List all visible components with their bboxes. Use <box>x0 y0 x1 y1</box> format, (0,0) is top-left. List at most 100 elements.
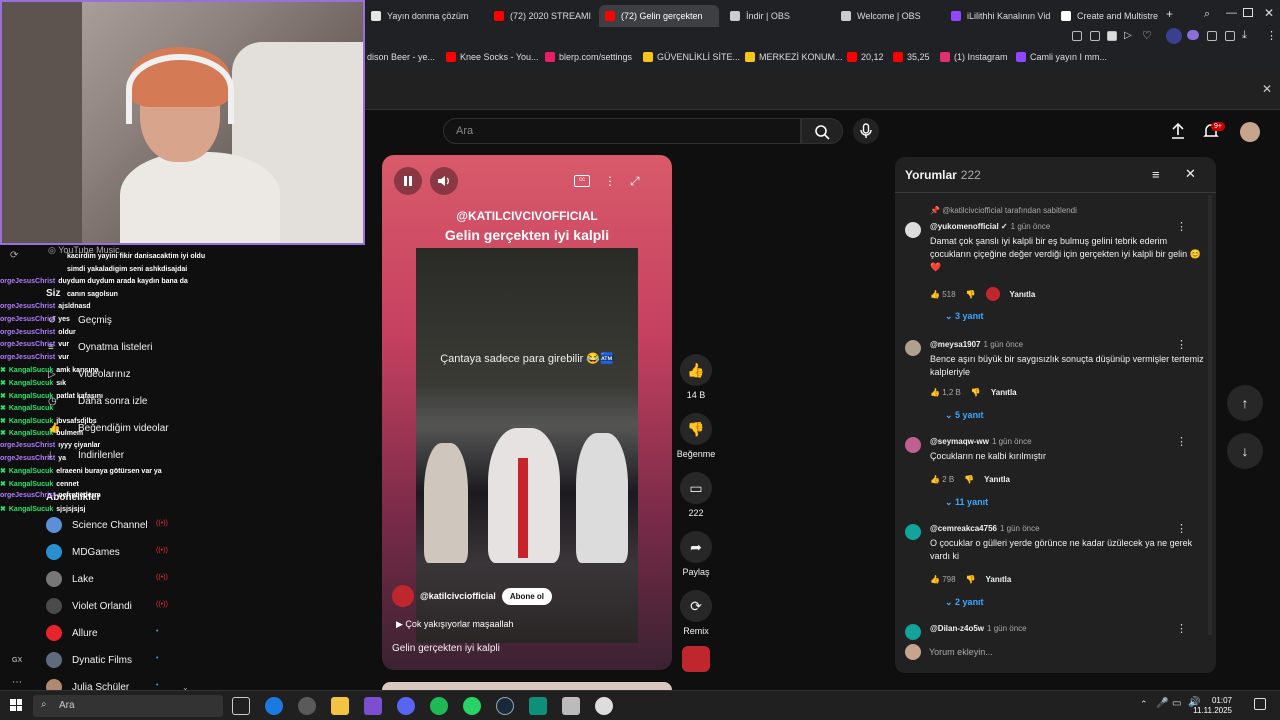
dislike-button[interactable]: 👎 Beğenme <box>676 413 716 459</box>
like-comment-button[interactable]: 👍 2 B <box>930 475 954 484</box>
pause-button[interactable] <box>394 167 422 195</box>
scrollbar[interactable] <box>1208 195 1212 635</box>
app-icon[interactable] <box>562 697 580 715</box>
remix-button[interactable]: ⟳ Remix <box>676 590 716 636</box>
channel-avatar[interactable] <box>392 585 414 607</box>
mic-tray-icon[interactable]: 🎤 <box>1156 698 1168 709</box>
comment-menu-icon[interactable]: ⋮ <box>1176 220 1187 233</box>
avatar[interactable] <box>905 222 921 238</box>
subscribe-button[interactable]: Abone ol <box>501 587 553 605</box>
dislike-comment-button[interactable]: 👎 <box>966 575 976 584</box>
like-comment-button[interactable]: 👍 798 <box>930 575 956 584</box>
fullscreen-icon[interactable]: ⤢ <box>630 174 640 189</box>
bookmark-7[interactable]: (1) Instagram <box>940 52 1008 62</box>
reply-button[interactable]: Yanıtla <box>991 388 1017 397</box>
bookmark-8[interactable]: Camli yayın I mm... <box>1016 52 1107 62</box>
steam-icon[interactable] <box>496 697 514 715</box>
next-short-preview[interactable] <box>382 682 672 690</box>
comment-menu-icon[interactable]: ⋮ <box>1176 522 1187 535</box>
avatar[interactable] <box>1240 122 1260 142</box>
dislike-comment-button[interactable]: 👎 <box>971 388 981 397</box>
sort-icon[interactable]: ≡ <box>1152 167 1160 182</box>
file-explorer-icon[interactable] <box>331 697 349 715</box>
download-icon[interactable]: ⤓ <box>1242 29 1247 42</box>
subscription-item[interactable]: Violet Orlandi <box>46 598 132 614</box>
reply-button[interactable]: Yanıtla <box>984 475 1010 484</box>
volume-button[interactable] <box>430 167 458 195</box>
network-icon[interactable]: ▭ <box>1172 698 1181 709</box>
previous-short-button[interactable]: ↑ <box>1227 385 1263 421</box>
bookmark-1[interactable]: Knee Socks - You... <box>446 52 539 62</box>
comment-author[interactable]: @yukomenofficial ✓ <box>930 222 1008 231</box>
bookmark-6[interactable]: 35,25 <box>893 52 930 62</box>
dislike-comment-button[interactable]: 👎 <box>966 290 976 299</box>
close-infobar-icon[interactable]: ✕ <box>1262 82 1272 96</box>
tab-2[interactable]: (72) Gelin gerçekten <box>599 5 719 27</box>
notification-center-icon[interactable] <box>1254 698 1266 710</box>
bookmark-4[interactable]: MERKEZİ KONUM... <box>745 52 843 62</box>
comment-menu-icon[interactable]: ⋮ <box>1176 338 1187 351</box>
puzzle-icon[interactable] <box>1225 31 1235 41</box>
tray-chevron-icon[interactable]: ⌃ <box>1140 699 1148 710</box>
tab-3[interactable]: İndir | OBS <box>724 5 832 27</box>
spotify-icon[interactable] <box>430 697 448 715</box>
bookmark-3[interactable]: GÜVENLİKLİ SİTE... <box>643 52 740 62</box>
bookmark-2[interactable]: blerp.com/settings <box>545 52 632 62</box>
subscription-item[interactable]: Lake <box>46 571 94 587</box>
menu-icon[interactable]: ⋮ <box>1266 29 1277 42</box>
extension-icon[interactable] <box>1207 31 1217 41</box>
add-comment-input[interactable]: Yorum ekleyin... <box>929 647 993 657</box>
bookmark-0[interactable]: dison Beer - ye... <box>367 52 435 62</box>
tab-4[interactable]: Welcome | OBS <box>835 5 943 27</box>
tab-6[interactable]: Create and Multistre <box>1055 5 1163 27</box>
new-tab-icon[interactable]: + <box>1166 7 1173 21</box>
subscription-item[interactable]: Dynatic Films <box>46 652 132 668</box>
share-button[interactable]: ➦ Paylaş <box>676 531 716 577</box>
tab-1[interactable]: (72) 2020 STREAMI <box>488 5 596 27</box>
gx-icon[interactable]: GX <box>12 657 22 664</box>
view-replies-button[interactable]: ⌄ 11 yanıt <box>945 497 988 508</box>
app-icon[interactable] <box>298 697 316 715</box>
mic-button[interactable] <box>853 118 879 144</box>
extension-icon[interactable] <box>1072 31 1082 41</box>
view-replies-button[interactable]: ⌄ 3 yanıt <box>945 311 984 322</box>
subscription-item[interactable]: MDGames <box>46 544 120 560</box>
windows-start-icon[interactable] <box>10 699 22 711</box>
app-icon[interactable] <box>529 697 547 715</box>
app-icon[interactable] <box>364 697 382 715</box>
short-player[interactable]: cc ⋮ ⤢ @KATILCIVCIVOFFICIAL Gelin gerçek… <box>382 155 672 670</box>
captions-icon[interactable]: cc <box>574 175 590 187</box>
tab-5[interactable]: iLilithhi Kanalının Vid <box>945 5 1053 27</box>
avatar[interactable] <box>905 524 921 540</box>
subscription-item[interactable]: Allure <box>46 625 98 641</box>
maximize-icon[interactable] <box>1243 8 1253 17</box>
comment-menu-icon[interactable]: ⋮ <box>1176 622 1187 635</box>
reply-button[interactable]: Yanıtla <box>1010 290 1036 299</box>
comment-author[interactable]: @Dilan-z4o5w <box>930 624 984 633</box>
next-short-button[interactable]: ↓ <box>1227 433 1263 469</box>
channel-name[interactable]: @katilcivciofficial <box>420 591 496 601</box>
profile-extension-icon[interactable] <box>1166 28 1182 44</box>
taskbar-search[interactable]: Ara <box>33 695 223 717</box>
play-icon[interactable]: ▷ <box>1124 30 1132 41</box>
comment-menu-icon[interactable]: ⋮ <box>1176 435 1187 448</box>
search-input[interactable]: Ara <box>443 118 801 144</box>
comment-author[interactable]: @cemreakca4756 <box>930 524 997 533</box>
clock[interactable]: 01:07 11.11.2025 <box>1193 696 1232 716</box>
song-link[interactable]: ▶ Çok yakışıyorlar maşaallah <box>396 619 513 630</box>
whatsapp-icon[interactable] <box>463 697 481 715</box>
minimize-icon[interactable]: — <box>1226 7 1237 19</box>
like-button[interactable]: 👍 14 B <box>676 354 716 400</box>
search-button[interactable] <box>801 118 843 144</box>
task-view-icon[interactable] <box>232 697 250 715</box>
upload-icon[interactable] <box>1170 122 1186 140</box>
close-comments-icon[interactable]: ✕ <box>1185 166 1196 182</box>
dislike-comment-button[interactable]: 👎 <box>964 475 974 484</box>
avatar[interactable] <box>905 340 921 356</box>
comment-author[interactable]: @seymaqw-ww <box>930 437 989 446</box>
sidebar-item[interactable]: İndirilenler <box>78 450 124 461</box>
extension-icon[interactable] <box>1090 31 1100 41</box>
sidebar-item[interactable]: Oynatma listeleri <box>78 342 152 353</box>
close-window-icon[interactable]: ✕ <box>1264 6 1274 20</box>
discord-icon[interactable] <box>1187 30 1199 40</box>
